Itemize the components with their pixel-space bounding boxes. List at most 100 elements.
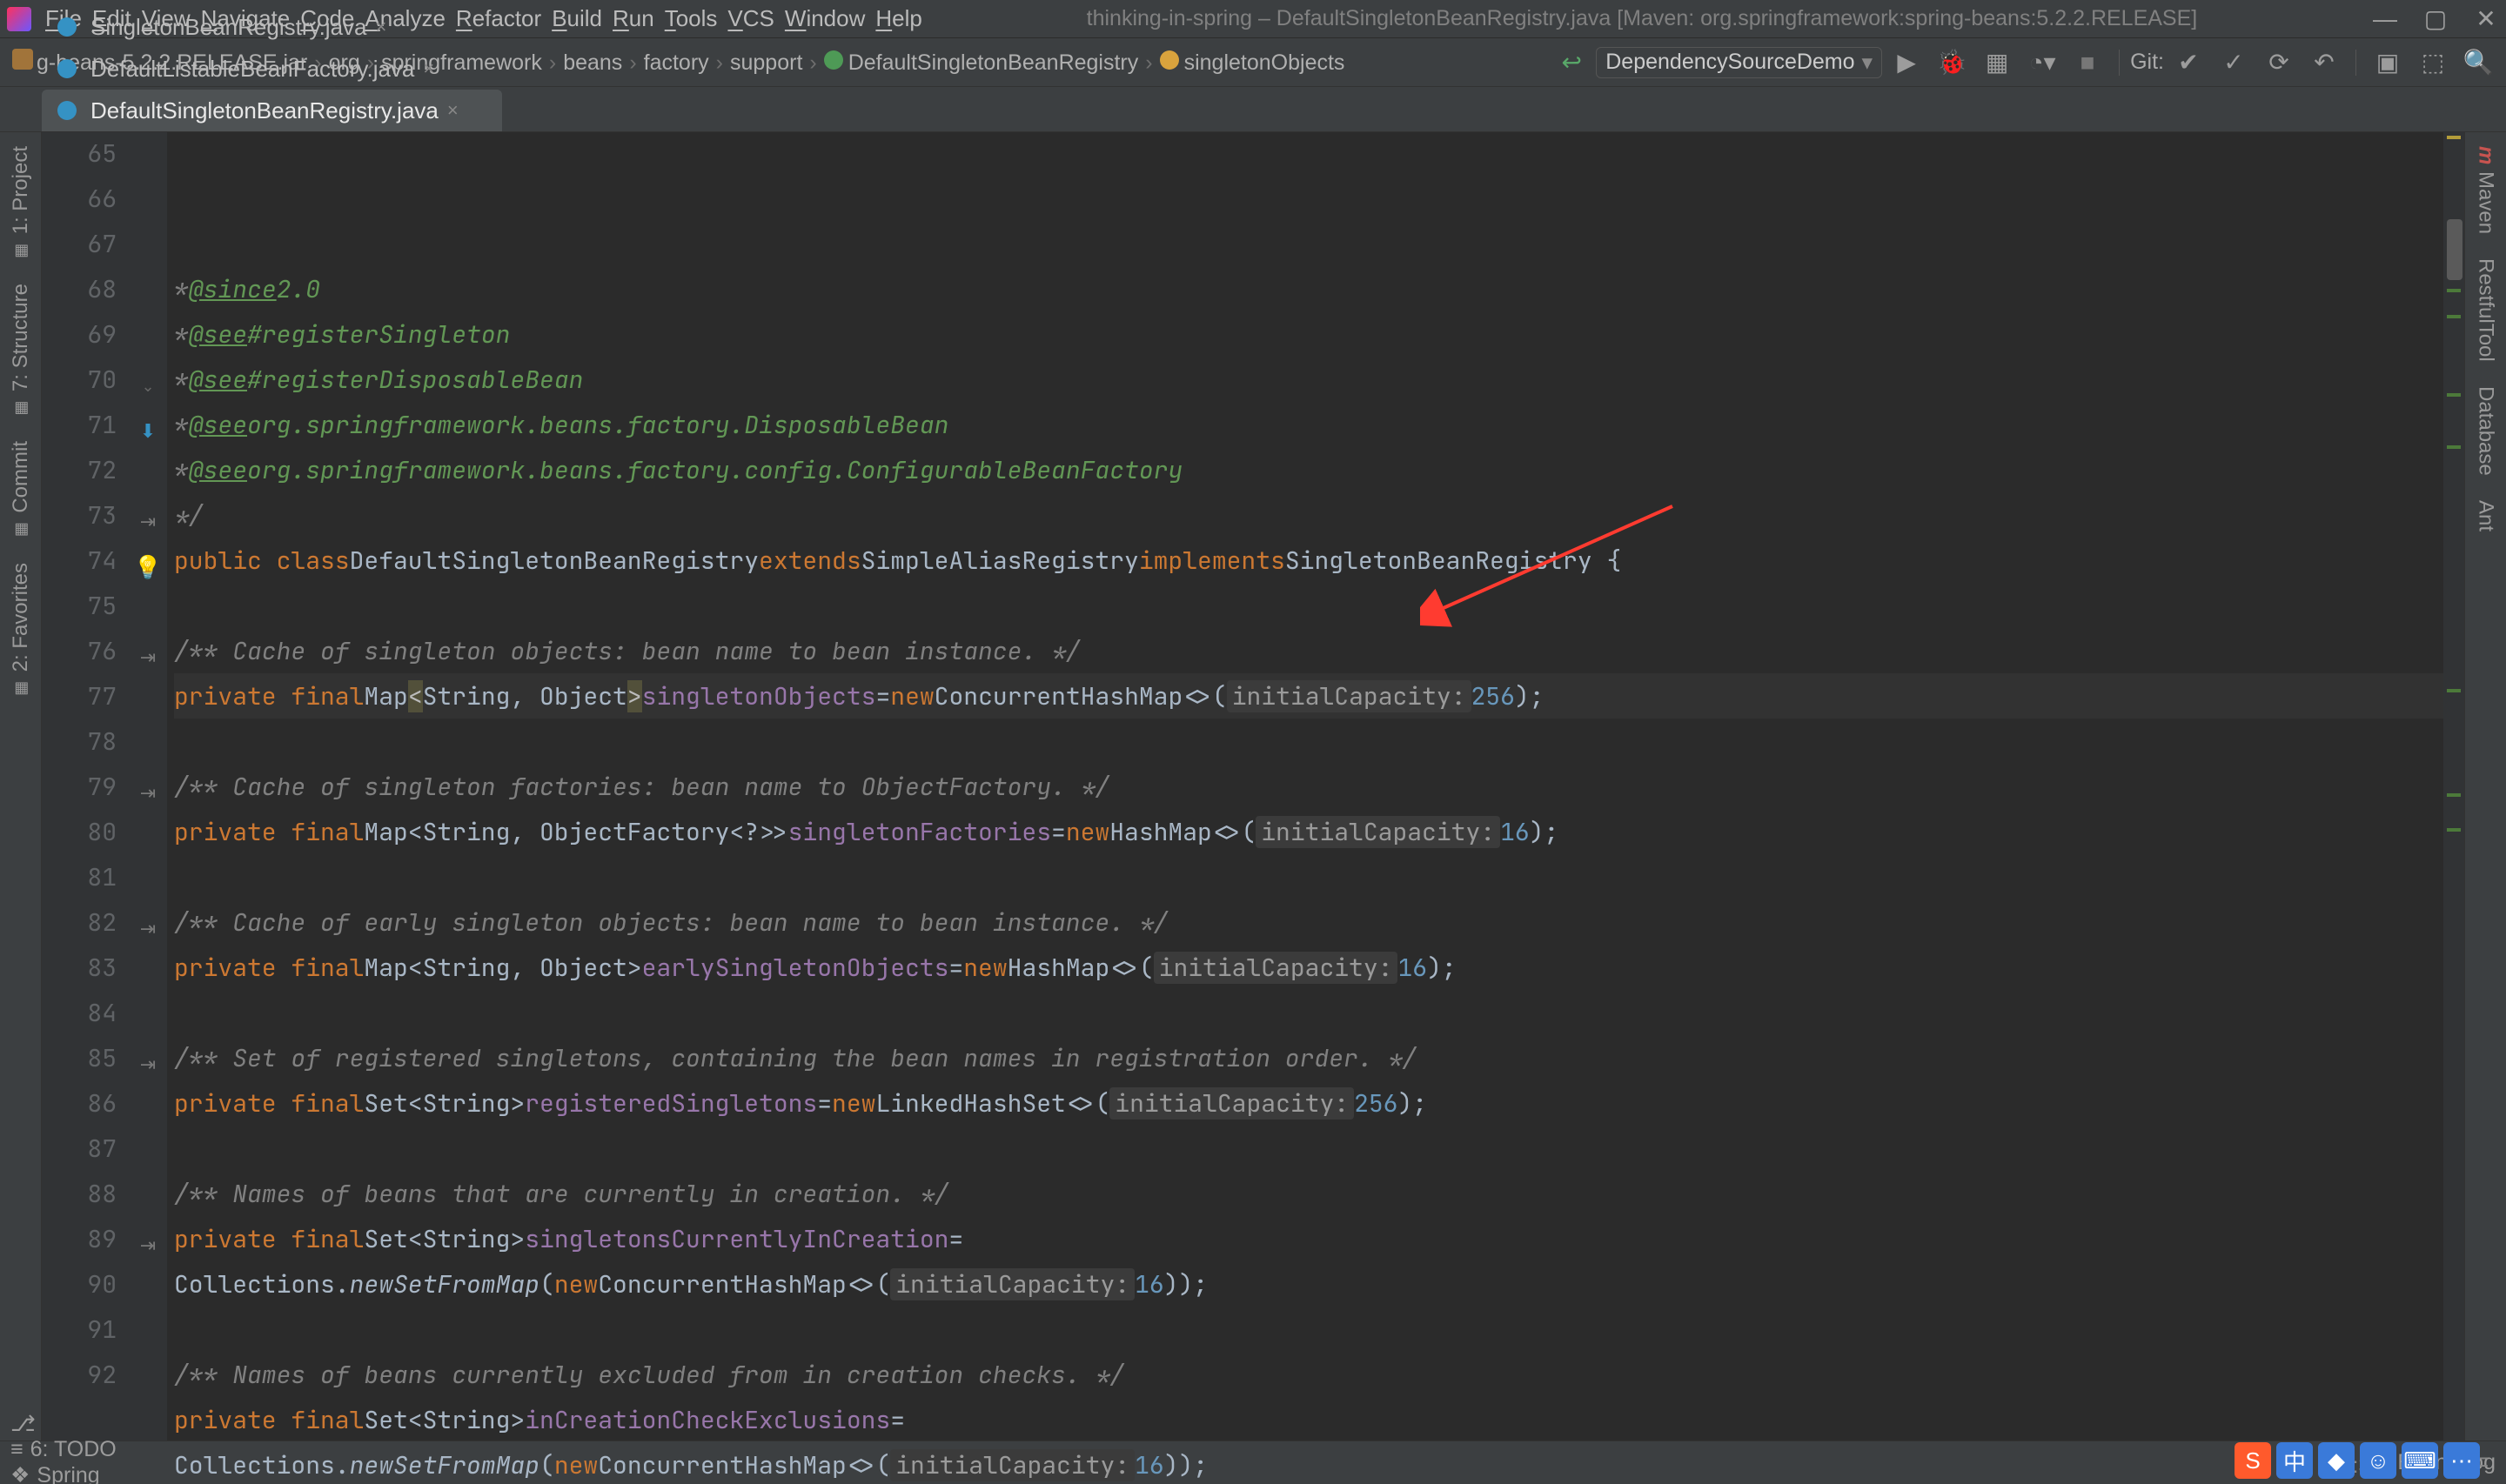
code-line[interactable]: /** Cache of early singleton objects: be…: [174, 899, 2443, 945]
editor-tab[interactable]: SingletonBeanRegistrationDemo.java×: [42, 0, 502, 6]
line-number: 91: [42, 1314, 117, 1359]
editor[interactable]: 6566676869707172737475767778798081828384…: [42, 132, 2464, 1441]
menu-help[interactable]: Help: [870, 3, 927, 33]
gutter-marker: ⇥: [129, 1223, 167, 1268]
tool-restfultool[interactable]: RestfulTool: [2474, 250, 2498, 371]
breadcrumb-item[interactable]: DefaultSingletonBeanRegistry: [819, 50, 1144, 75]
close-button[interactable]: ✕: [2473, 6, 2499, 32]
tool-project[interactable]: ▦1: Project: [9, 137, 33, 268]
code-line[interactable]: private final Map<String, Object> earlyS…: [174, 945, 2443, 990]
gutter-marker: ⇥: [129, 906, 167, 952]
breadcrumb-item[interactable]: singletonObjects: [1155, 50, 1350, 75]
code-line[interactable]: * @see org.springframework.beans.factory…: [174, 447, 2443, 492]
ime-button[interactable]: 中: [2276, 1442, 2313, 1479]
gutter-marker: [129, 861, 167, 906]
editor-tab[interactable]: DefaultListableBeanFactory.java×: [42, 48, 502, 90]
close-tab-icon[interactable]: ×: [447, 99, 459, 122]
line-number: 74: [42, 545, 117, 590]
git-update-icon[interactable]: ✔: [2173, 47, 2204, 78]
code-line[interactable]: Collections.newSetFromMap(new Concurrent…: [174, 1261, 2443, 1307]
code-line[interactable]: Collections.newSetFromMap(new Concurrent…: [174, 1442, 2443, 1484]
coverage-icon[interactable]: ▦: [1981, 47, 2013, 78]
minimize-button[interactable]: —: [2372, 6, 2398, 32]
debug-icon[interactable]: 🐞: [1936, 47, 1967, 78]
bottom-tab-spring[interactable]: ❖Spring: [10, 1462, 120, 1484]
line-number: 92: [42, 1359, 117, 1404]
code-line[interactable]: [174, 1126, 2443, 1171]
menu-vcs[interactable]: VCS: [722, 3, 779, 33]
line-number: 75: [42, 590, 117, 635]
code-line[interactable]: /** Set of registered singletons, contai…: [174, 1035, 2443, 1080]
tool-structure[interactable]: ▦7: Structure: [9, 275, 33, 425]
usage-arrow-icon: ⇥: [140, 1234, 156, 1257]
code-line[interactable]: /** Names of beans currently excluded fr…: [174, 1352, 2443, 1397]
code-area[interactable]: * @since 2.0 * @see #registerSingleton *…: [167, 132, 2443, 1441]
line-number: 84: [42, 997, 117, 1042]
tool-commit[interactable]: ▦Commit: [9, 432, 33, 547]
search-everywhere-icon[interactable]: 🔍: [2462, 47, 2494, 78]
ime-toolbar: S中◆☺⌨⋯: [2235, 1442, 2480, 1479]
code-line[interactable]: * @see org.springframework.beans.factory…: [174, 402, 2443, 447]
run-icon[interactable]: ▶: [1891, 47, 1922, 78]
gutter-marker: [129, 273, 167, 318]
error-stripe[interactable]: [2443, 132, 2464, 1441]
code-line[interactable]: [174, 583, 2443, 628]
code-line[interactable]: * @see #registerDisposableBean: [174, 357, 2443, 402]
code-line[interactable]: * @since 2.0: [174, 266, 2443, 311]
code-line[interactable]: private final Set<String> singletonsCurr…: [174, 1216, 2443, 1261]
menu-window[interactable]: Window: [780, 3, 870, 33]
menu-run[interactable]: Run: [607, 3, 660, 33]
breadcrumb-item[interactable]: beans: [558, 50, 627, 75]
code-line[interactable]: private final Map<String, ObjectFactory<…: [174, 809, 2443, 854]
menu-build[interactable]: Build: [546, 3, 607, 33]
line-number: 78: [42, 725, 117, 771]
line-number: 65: [42, 137, 117, 183]
tool-ant[interactable]: Ant: [2474, 491, 2498, 540]
build-icon[interactable]: ▣: [2372, 47, 2403, 78]
ime-button[interactable]: S: [2235, 1442, 2271, 1479]
bottom-tab-todo[interactable]: ≡6: TODO: [10, 1437, 120, 1462]
maximize-button[interactable]: ▢: [2422, 6, 2449, 32]
tool-favorites[interactable]: ▦2: Favorites: [9, 554, 33, 705]
code-line[interactable]: private final Set<String> inCreationChec…: [174, 1397, 2443, 1442]
code-line[interactable]: * @see #registerSingleton: [174, 311, 2443, 357]
editor-tab[interactable]: DefaultSingletonBeanRegistry.java×: [42, 90, 502, 131]
gutter-marker: [129, 997, 167, 1042]
code-line[interactable]: /** Cache of singleton objects: bean nam…: [174, 628, 2443, 673]
line-number: 83: [42, 952, 117, 997]
breadcrumb-item[interactable]: support: [725, 50, 807, 75]
tool-maven[interactable]: m Maven: [2474, 137, 2498, 243]
run-config-selector[interactable]: DependencySourceDemo ▾: [1596, 47, 1882, 78]
gutter-marker: ⇥: [129, 635, 167, 680]
code-line[interactable]: [174, 1307, 2443, 1352]
git-history-icon[interactable]: ⟳: [2263, 47, 2295, 78]
stop-icon[interactable]: ■: [2072, 47, 2103, 78]
back-arrow-icon[interactable]: ↩: [1556, 47, 1587, 78]
close-tab-icon[interactable]: ×: [375, 16, 386, 38]
ide-actions-icon[interactable]: ⬚: [2417, 47, 2449, 78]
git-commit-icon[interactable]: ✓: [2218, 47, 2249, 78]
code-line[interactable]: private final Map<String, Object> single…: [174, 673, 2443, 719]
code-line[interactable]: private final Set<String> registeredSing…: [174, 1080, 2443, 1126]
code-line[interactable]: [174, 990, 2443, 1035]
code-line[interactable]: /** Names of beans that are currently in…: [174, 1171, 2443, 1216]
line-number: 89: [42, 1223, 117, 1268]
code-line[interactable]: [174, 854, 2443, 899]
tool-database[interactable]: Database: [2474, 378, 2498, 485]
code-line[interactable]: [174, 719, 2443, 764]
breadcrumb-item[interactable]: factory: [639, 50, 714, 75]
code-line[interactable]: /** Cache of singleton factories: bean n…: [174, 764, 2443, 809]
ime-button[interactable]: ☺: [2360, 1442, 2396, 1479]
close-tab-icon[interactable]: ×: [423, 57, 434, 80]
ime-button[interactable]: ⋯: [2443, 1442, 2480, 1479]
profiler-icon[interactable]: ◔▾: [2027, 47, 2058, 78]
ime-button[interactable]: ⌨: [2402, 1442, 2438, 1479]
code-line[interactable]: public class DefaultSingletonBeanRegistr…: [174, 538, 2443, 583]
gutter-marker: ⇥: [129, 771, 167, 816]
menu-tools[interactable]: Tools: [660, 3, 723, 33]
ime-button[interactable]: ◆: [2318, 1442, 2355, 1479]
gutter-marker: [129, 318, 167, 364]
editor-tab[interactable]: SingletonBeanRegistry.java×: [42, 6, 502, 48]
code-line[interactable]: */: [174, 492, 2443, 538]
git-revert-icon[interactable]: ↶: [2308, 47, 2340, 78]
